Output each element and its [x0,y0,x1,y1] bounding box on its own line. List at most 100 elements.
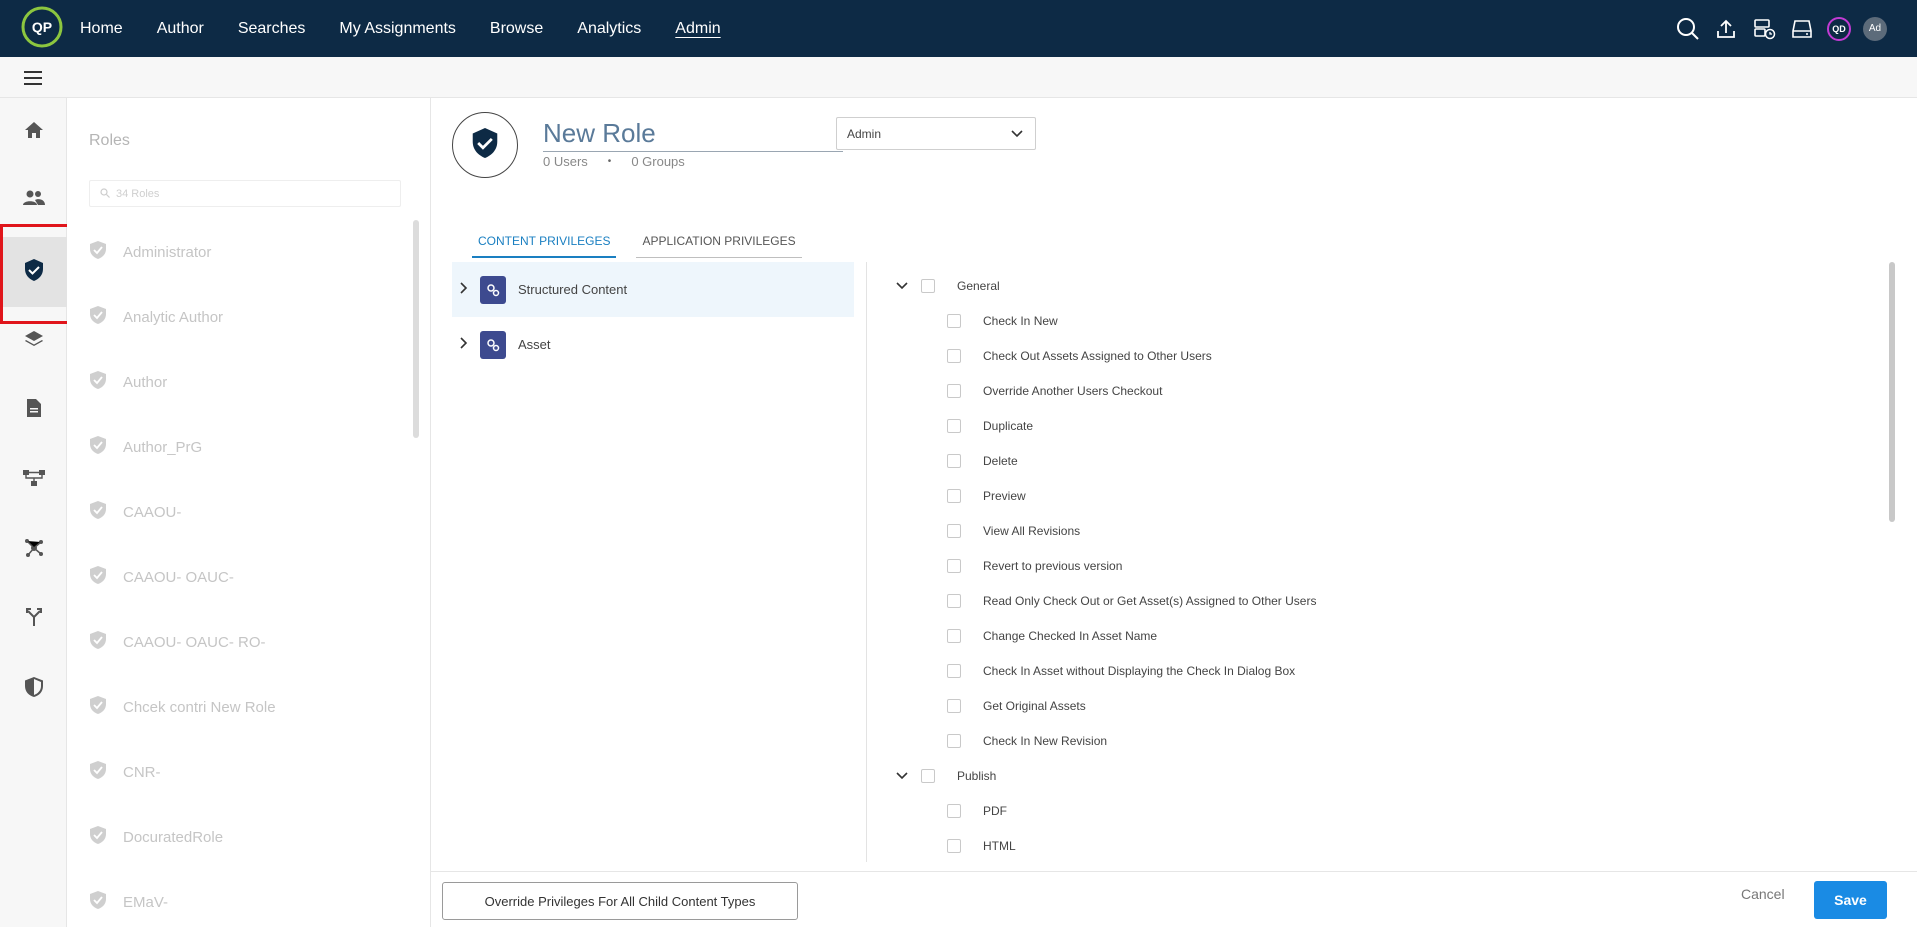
save-button[interactable]: Save [1814,881,1887,919]
privilege-item[interactable]: Change Checked In Asset Name [947,626,1157,646]
privilege-item[interactable]: Check Out Assets Assigned to Other Users [947,346,1212,366]
role-type-select[interactable]: Admin [836,117,1036,150]
checkbox[interactable] [947,664,961,678]
checkbox[interactable] [947,349,961,363]
role-label: Chcek contri New Role [123,698,276,716]
privilege-item[interactable]: Read Only Check Out or Get Asset(s) Assi… [947,591,1316,611]
roles-title: Roles [89,132,130,149]
checkbox[interactable] [947,559,961,573]
privilege-label: Get Original Assets [983,699,1086,713]
server-clock-icon[interactable] [1751,16,1777,42]
checkbox[interactable] [947,489,961,503]
rail-workflow[interactable] [0,450,67,510]
privilege-item[interactable]: Check In New Revision [947,731,1107,751]
privilege-item[interactable]: View All Revisions [947,521,1080,541]
qp-logo[interactable]: QP [20,5,64,49]
nav-searches[interactable]: Searches [238,20,306,38]
checkbox[interactable] [921,279,935,293]
role-item[interactable]: DocuratedRole [89,822,223,852]
privilege-item[interactable]: Duplicate [947,416,1033,436]
role-item[interactable]: CAAOU- [89,497,181,527]
chevron-right-icon[interactable] [460,281,468,299]
privileges-scrollbar[interactable] [1889,262,1895,522]
nav-browse[interactable]: Browse [490,20,543,38]
privilege-group-label: Publish [957,769,997,783]
role-item[interactable]: CAAOU- OAUC- [89,562,234,592]
chevron-down-icon[interactable] [895,769,909,783]
nav-my-assignments[interactable]: My Assignments [339,20,455,38]
checkbox[interactable] [947,839,961,853]
role-shield-icon [89,435,107,460]
role-item[interactable]: EMaV- [89,887,168,917]
role-shield-icon [89,305,107,330]
privilege-item[interactable]: Check In Asset without Displaying the Ch… [947,661,1295,681]
privilege-item[interactable]: Delete [947,451,1018,471]
privilege-item[interactable]: Get Original Assets [947,696,1086,716]
privilege-item[interactable]: Override Another Users Checkout [947,381,1162,401]
role-shield-icon [89,695,107,720]
role-item[interactable]: Author [89,367,167,397]
rail-branch[interactable] [0,589,67,649]
checkbox[interactable] [947,734,961,748]
drive-icon[interactable] [1789,16,1815,42]
content-type-item[interactable]: Structured Content [452,262,854,317]
content-type-icon [480,330,506,359]
checkbox[interactable] [947,384,961,398]
checkbox[interactable] [947,629,961,643]
nav-admin[interactable]: Admin [675,20,720,38]
privilege-item[interactable]: Preview [947,486,1026,506]
privilege-item[interactable]: Revert to previous version [947,556,1122,576]
nav-analytics[interactable]: Analytics [577,20,641,38]
chevron-right-icon[interactable] [460,336,468,354]
checkbox[interactable] [947,594,961,608]
nav-home[interactable]: Home [80,20,123,38]
rail-network[interactable] [0,520,67,580]
privileges-panel: General Check In New Check Out Assets As… [867,262,1897,862]
privilege-label: Check In Asset without Displaying the Ch… [983,664,1296,678]
privilege-item[interactable]: Check In New [947,311,1058,331]
search-icon [100,185,110,203]
checkbox[interactable] [947,314,961,328]
privilege-group-general[interactable]: General [895,276,1000,296]
cancel-button[interactable]: Cancel [1741,886,1785,902]
rail-security[interactable] [0,659,67,719]
content-type-item[interactable]: Asset [452,317,854,372]
roles-scrollbar[interactable] [413,220,419,438]
checkbox[interactable] [947,804,961,818]
privilege-item[interactable]: HTML [947,836,1016,856]
override-privileges-button[interactable]: Override Privileges For All Child Conten… [442,882,798,920]
checkbox[interactable] [947,699,961,713]
rail-documents[interactable] [0,380,67,440]
upload-icon[interactable] [1713,16,1739,42]
rail-users[interactable] [0,170,67,230]
roles-search-box[interactable] [89,180,401,207]
nav-author[interactable]: Author [157,20,204,38]
role-item[interactable]: Administrator [89,237,211,267]
left-rail [0,98,67,927]
privilege-item[interactable]: PDF [947,801,1007,821]
role-name-field[interactable]: New Role [543,118,843,152]
checkbox[interactable] [921,769,935,783]
hamburger-menu-icon[interactable] [24,70,44,86]
checkbox[interactable] [947,419,961,433]
rail-roles[interactable] [0,237,67,307]
user-avatar[interactable]: Ad [1863,16,1887,41]
roles-search-input[interactable] [116,187,396,200]
role-item[interactable]: Chcek contri New Role [89,692,276,722]
role-item[interactable]: Author_PrG [89,432,202,462]
qd-avatar[interactable]: QD [1827,16,1851,41]
role-item[interactable]: CNR- [89,757,161,787]
tab-content-privileges[interactable]: CONTENT PRIVILEGES [472,234,617,258]
chevron-down-icon[interactable] [895,279,909,293]
rail-layers[interactable] [0,311,67,371]
tab-application-privileges[interactable]: APPLICATION PRIVILEGES [636,234,802,258]
search-icon[interactable] [1675,16,1701,42]
checkbox[interactable] [947,454,961,468]
rail-home[interactable] [0,102,67,162]
role-item[interactable]: CAAOU- OAUC- RO- [89,627,266,657]
privilege-group-publish[interactable]: Publish [895,766,996,786]
role-shield-icon [89,630,107,655]
role-item[interactable]: Analytic Author [89,302,223,332]
checkbox[interactable] [947,524,961,538]
privilege-label: Revert to previous version [983,559,1123,573]
